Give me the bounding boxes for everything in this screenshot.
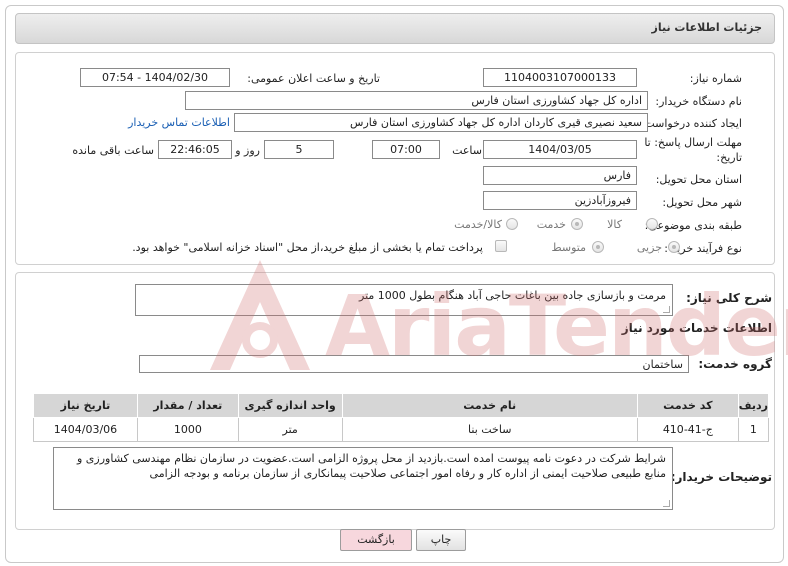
deadline-time-field[interactable]: 07:00 [372,140,440,159]
category-label: طبقه بندی موضوعی: [644,219,742,232]
process-medium-label: متوسط [551,241,586,254]
deadline-label-line1: مهلت ارسال پاسخ: تا [644,136,742,149]
service-group-field[interactable]: ساختمان [139,355,689,373]
buyer-notes-label: توضیحات خریدار: [670,470,772,484]
cell-service-code: ج-41-410 [636,417,739,442]
summary-label: شرح کلی نیاز: [686,291,772,305]
service-group-label: گروه خدمت: [698,357,772,371]
city-label: شهر محل تحویل: [662,196,742,209]
cell-row-number: 1 [737,417,770,442]
buyer-org-label: نام دستگاه خریدار: [655,95,742,108]
city-field[interactable]: فیروزآبادزین [483,191,637,210]
cell-service-name: ساخت بنا [341,417,638,442]
process-minor-label: جزیی [636,241,662,254]
col-header-service-code: کد خدمت [636,393,739,418]
resize-handle-icon[interactable] [663,500,670,507]
back-button[interactable]: بازگشت [340,529,412,551]
category-service-label: خدمت [536,218,566,231]
category-goods-radio[interactable] [646,218,658,230]
need-number-label: شماره نیاز: [689,72,742,85]
buyer-contact-link[interactable]: اطلاعات تماس خریدار [128,116,230,129]
col-header-row-number: ردیف [737,393,770,418]
category-goods-service-label: کالا/خدمت [454,218,502,231]
treasury-payment-checkbox[interactable] [495,240,507,252]
buyer-notes-text: شرایط شرکت در دعوت نامه پیوست امده است.ب… [77,452,666,480]
services-table: ردیف کد خدمت نام خدمت واحد اندازه گیری ت… [33,393,770,442]
remaining-time-field[interactable]: 22:46:05 [158,140,232,159]
col-header-unit: واحد اندازه گیری [237,393,343,418]
remaining-time-label: ساعت باقی مانده [72,144,154,157]
treasury-payment-note: پرداخت تمام یا بخشی از مبلغ خرید،از محل … [132,241,483,254]
summary-text: مرمت و بازسازی جاده بین باغات حاجی آباد … [359,289,666,302]
province-label: استان محل تحویل: [655,173,742,186]
province-field[interactable]: فارس [483,166,637,185]
category-goods-label: کالا [607,218,622,231]
cell-unit: متر [237,417,343,442]
announce-datetime-field[interactable]: 1404/02/30 - 07:54 [80,68,230,87]
table-header-row: ردیف کد خدمت نام خدمت واحد اندازه گیری ت… [33,393,770,418]
print-button[interactable]: چاپ [416,529,466,551]
announce-datetime-label: تاریخ و ساعت اعلان عمومی: [247,72,380,85]
requester-field[interactable]: سعید نصیری قیری کاردان اداره کل جهاد کشا… [234,113,648,132]
resize-handle-icon[interactable] [663,306,670,313]
buyer-org-field[interactable]: اداره کل جهاد کشاورزی استان فارس [185,91,648,110]
summary-textarea[interactable]: مرمت و بازسازی جاده بین باغات حاجی آباد … [135,284,673,316]
category-goods-service-radio[interactable] [506,218,518,230]
buyer-notes-textarea[interactable]: شرایط شرکت در دعوت نامه پیوست امده است.ب… [53,447,673,510]
page-title: جزئیات اطلاعات نیاز [651,21,763,34]
cell-need-date: 1404/03/06 [33,417,138,442]
requester-label: ایجاد کننده درخواست: [640,117,742,130]
col-header-service-name: نام خدمت [341,393,638,418]
cell-quantity: 1000 [136,417,239,442]
services-section-title: اطلاعات خدمات مورد نیاز [621,321,772,335]
process-minor-radio[interactable] [668,241,680,253]
deadline-label-line2: تاریخ: [716,151,742,164]
process-medium-radio[interactable] [592,241,604,253]
deadline-date-field[interactable]: 1404/03/05 [483,140,637,159]
col-header-need-date: تاریخ نیاز [33,393,138,418]
category-service-radio[interactable] [571,218,583,230]
deadline-days-label: روز و [235,144,260,157]
deadline-days-field[interactable]: 5 [264,140,334,159]
deadline-time-label: ساعت [452,144,482,157]
need-number-field[interactable]: 1104003107000133 [483,68,637,87]
col-header-quantity: تعداد / مقدار [136,393,239,418]
table-row[interactable]: 1 ج-41-410 ساخت بنا متر 1000 1404/03/06 [33,417,770,442]
page-header: جزئیات اطلاعات نیاز [15,13,775,44]
